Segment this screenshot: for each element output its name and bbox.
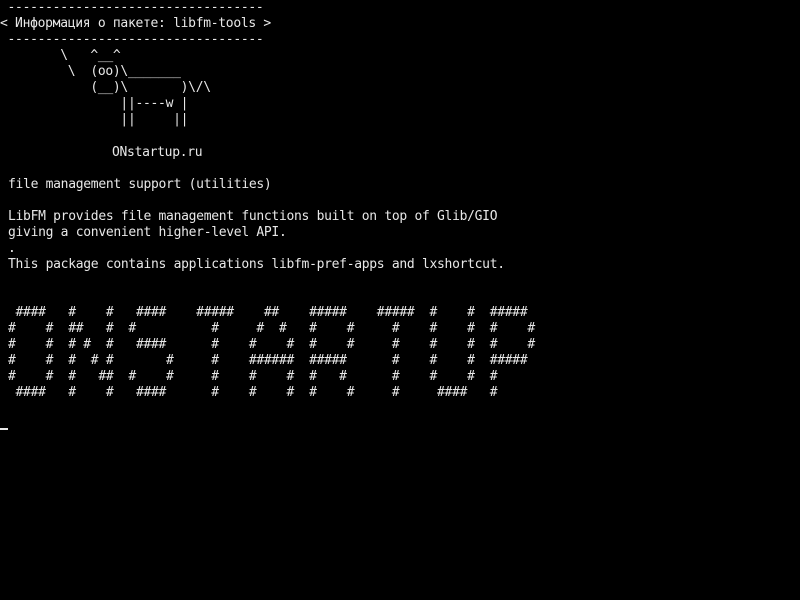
cowsay-border-bottom: ---------------------------------- bbox=[0, 32, 264, 47]
terminal-screen[interactable]: ---------------------------------- < Инф… bbox=[0, 0, 800, 600]
cow-art-line: ||----w | bbox=[0, 96, 189, 111]
cowsay-border-top: ---------------------------------- bbox=[0, 0, 264, 15]
package-description-separator: . bbox=[8, 241, 16, 256]
banner-art-line: # # # ## # # # # # # # # # # # bbox=[8, 369, 498, 384]
cow-art-line: \ ^__^ bbox=[0, 48, 121, 63]
banner-art-line: # # # # # # # ###### ##### # # # ##### bbox=[8, 353, 528, 368]
cow-art-line: || || bbox=[0, 112, 189, 127]
banner-art-line: # # # # # #### # # # # # # # # # # bbox=[8, 337, 535, 352]
cowsay-message: < Информация о пакете: libfm-tools > bbox=[0, 16, 271, 31]
banner-art-line: #### # # #### ##### ## ##### ##### # # #… bbox=[8, 305, 528, 320]
cursor-icon bbox=[0, 428, 8, 430]
site-signature: ONstartup.ru bbox=[112, 145, 203, 160]
banner-art-line: #### # # #### # # # # # # #### # bbox=[8, 385, 498, 400]
package-description-line: LibFM provides file management functions… bbox=[8, 209, 498, 224]
package-description-line: This package contains applications libfm… bbox=[8, 257, 505, 272]
cow-art-line: \ (oo)\_______ bbox=[0, 64, 181, 79]
cow-art-line: (__)\ )\/\ bbox=[0, 80, 211, 95]
package-summary: file management support (utilities) bbox=[8, 177, 272, 192]
package-description-line: giving a convenient higher-level API. bbox=[8, 225, 287, 240]
banner-art-line: # # ## # # # # # # # # # # # # bbox=[8, 321, 535, 336]
